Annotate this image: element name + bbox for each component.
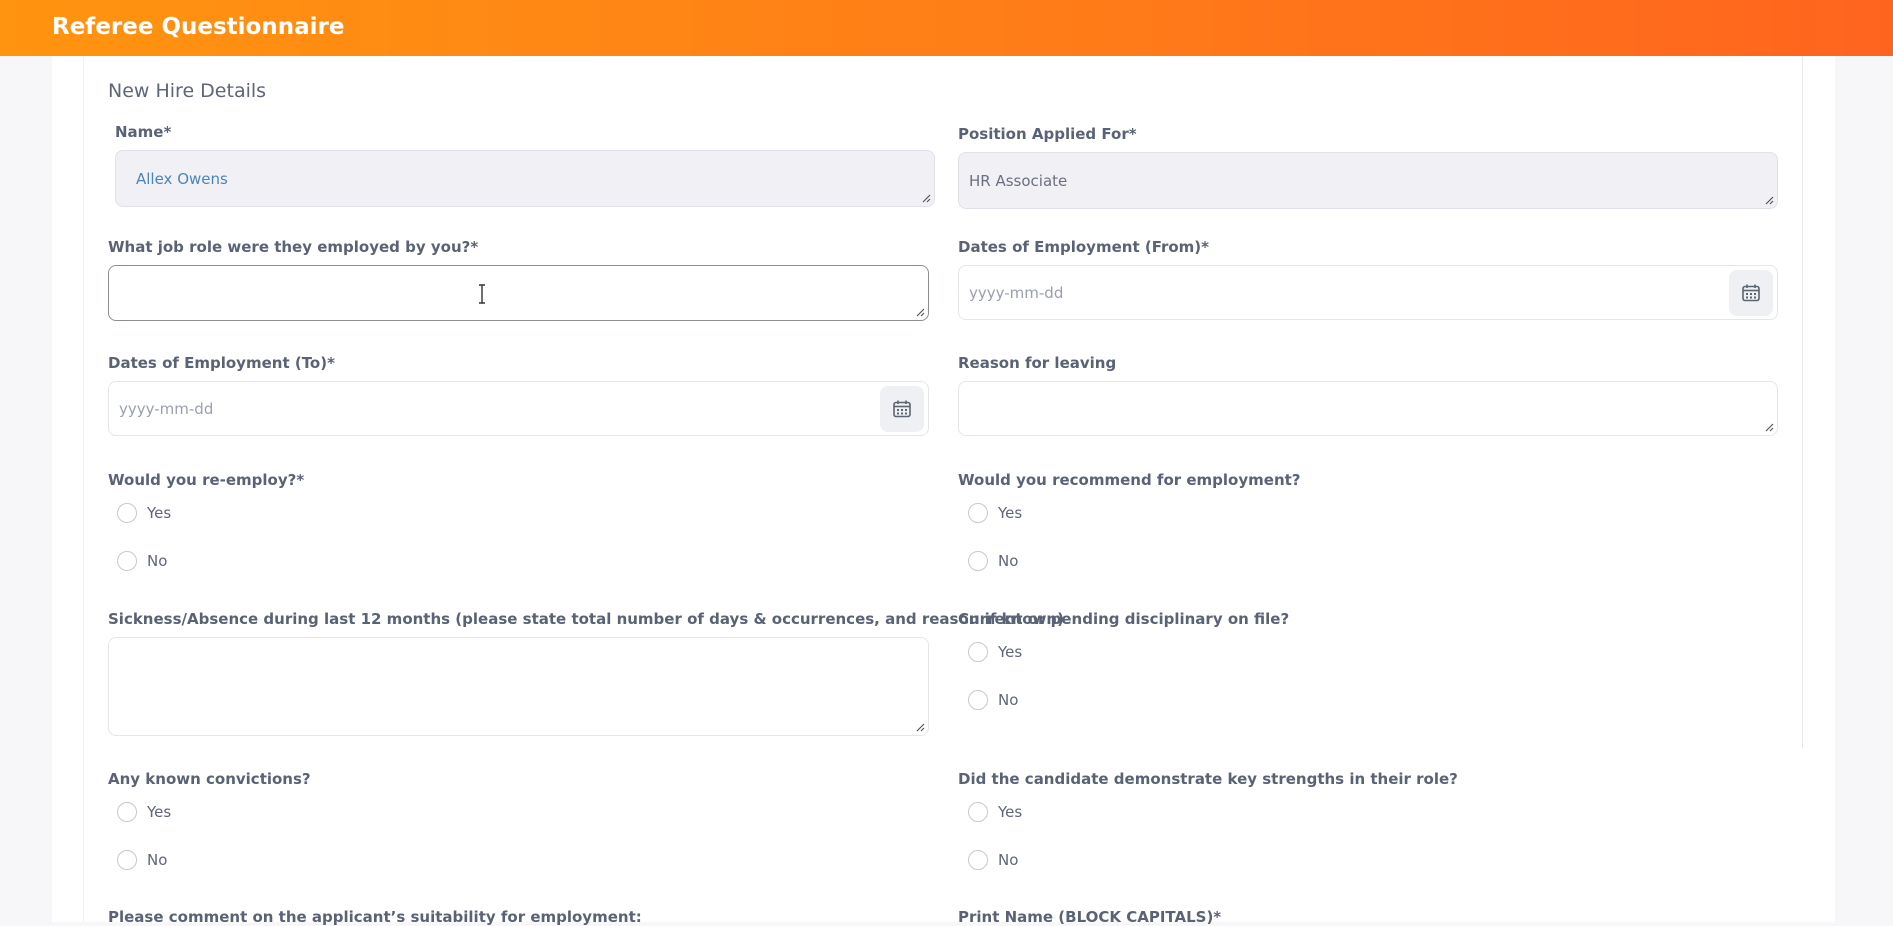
- radio-button[interactable]: [968, 642, 988, 662]
- radio-button[interactable]: [968, 850, 988, 870]
- radio-label: Yes: [998, 643, 1023, 661]
- comment-label: Please comment on the applicant’s suitab…: [108, 908, 642, 926]
- resize-handle-icon[interactable]: [915, 307, 925, 317]
- text-cursor-icon: [479, 284, 485, 304]
- reemploy-yes-option[interactable]: Yes: [117, 503, 171, 523]
- strengths-yes-option[interactable]: Yes: [968, 802, 1022, 822]
- date-to-label: Dates of Employment (To)*: [108, 354, 335, 372]
- reason-label: Reason for leaving: [958, 354, 1117, 372]
- calendar-icon: [893, 400, 911, 418]
- radio-label: Yes: [147, 803, 172, 821]
- section-title: New Hire Details: [108, 80, 267, 102]
- calendar-icon: [1742, 284, 1760, 302]
- job-role-field[interactable]: [108, 265, 929, 321]
- sickness-label: Sickness/Absence during last 12 months (…: [108, 610, 1064, 628]
- date-to-calendar-button[interactable]: [880, 386, 924, 432]
- date-to-field[interactable]: yyyy-mm-dd: [108, 381, 929, 436]
- radio-button[interactable]: [968, 690, 988, 710]
- top-bar: Referee Questionnaire: [0, 0, 1893, 56]
- radio-label: No: [147, 552, 168, 570]
- radio-button[interactable]: [117, 802, 137, 822]
- radio-button[interactable]: [968, 802, 988, 822]
- resize-handle-icon[interactable]: [1764, 422, 1774, 432]
- position-value: HR Associate: [969, 171, 1068, 190]
- disciplinary-no-option[interactable]: No: [968, 690, 1018, 710]
- radio-label: No: [998, 552, 1019, 570]
- disciplinary-yes-option[interactable]: Yes: [968, 642, 1022, 662]
- print-name-label: Print Name (BLOCK CAPITALS)*: [958, 908, 1222, 926]
- radio-label: No: [998, 691, 1019, 709]
- convictions-no-option[interactable]: No: [117, 850, 167, 870]
- date-from-placeholder: yyyy-mm-dd: [969, 283, 1064, 302]
- reemploy-label: Would you re-employ?*: [108, 471, 305, 489]
- position-field[interactable]: HR Associate: [958, 152, 1778, 209]
- reason-field[interactable]: [958, 381, 1778, 436]
- resize-handle-icon[interactable]: [915, 722, 925, 732]
- resize-handle-icon[interactable]: [921, 193, 931, 203]
- radio-button[interactable]: [117, 503, 137, 523]
- sickness-field[interactable]: [108, 637, 929, 736]
- job-role-label: What job role were they employed by you?…: [108, 238, 479, 256]
- convictions-yes-option[interactable]: Yes: [117, 802, 171, 822]
- position-label: Position Applied For*: [958, 125, 1137, 143]
- left-divider: [83, 56, 84, 922]
- radio-button[interactable]: [117, 850, 137, 870]
- recommend-yes-option[interactable]: Yes: [968, 503, 1022, 523]
- radio-label: No: [998, 851, 1019, 869]
- disciplinary-label: Current or pending disciplinary on file?: [958, 610, 1290, 628]
- radio-button[interactable]: [968, 551, 988, 571]
- strengths-no-option[interactable]: No: [968, 850, 1018, 870]
- date-from-calendar-button[interactable]: [1729, 270, 1773, 316]
- strengths-label: Did the candidate demonstrate key streng…: [958, 770, 1458, 788]
- radio-label: No: [147, 851, 168, 869]
- page-title: Referee Questionnaire: [52, 14, 345, 40]
- radio-button[interactable]: [117, 551, 137, 571]
- radio-label: Yes: [998, 504, 1023, 522]
- date-from-label: Dates of Employment (From)*: [958, 238, 1210, 256]
- date-to-placeholder: yyyy-mm-dd: [119, 399, 214, 418]
- name-label: Name*: [115, 123, 172, 141]
- recommend-label: Would you recommend for employment?: [958, 471, 1301, 489]
- convictions-label: Any known convictions?: [108, 770, 311, 788]
- recommend-no-option[interactable]: No: [968, 551, 1018, 571]
- right-divider: [1802, 56, 1803, 748]
- radio-label: Yes: [147, 504, 172, 522]
- radio-button[interactable]: [968, 503, 988, 523]
- date-from-field[interactable]: yyyy-mm-dd: [958, 265, 1778, 320]
- resize-handle-icon[interactable]: [1764, 195, 1774, 205]
- name-value: Allex Owens: [136, 169, 228, 188]
- name-field[interactable]: Allex Owens: [115, 150, 935, 207]
- reemploy-no-option[interactable]: No: [117, 551, 167, 571]
- radio-label: Yes: [998, 803, 1023, 821]
